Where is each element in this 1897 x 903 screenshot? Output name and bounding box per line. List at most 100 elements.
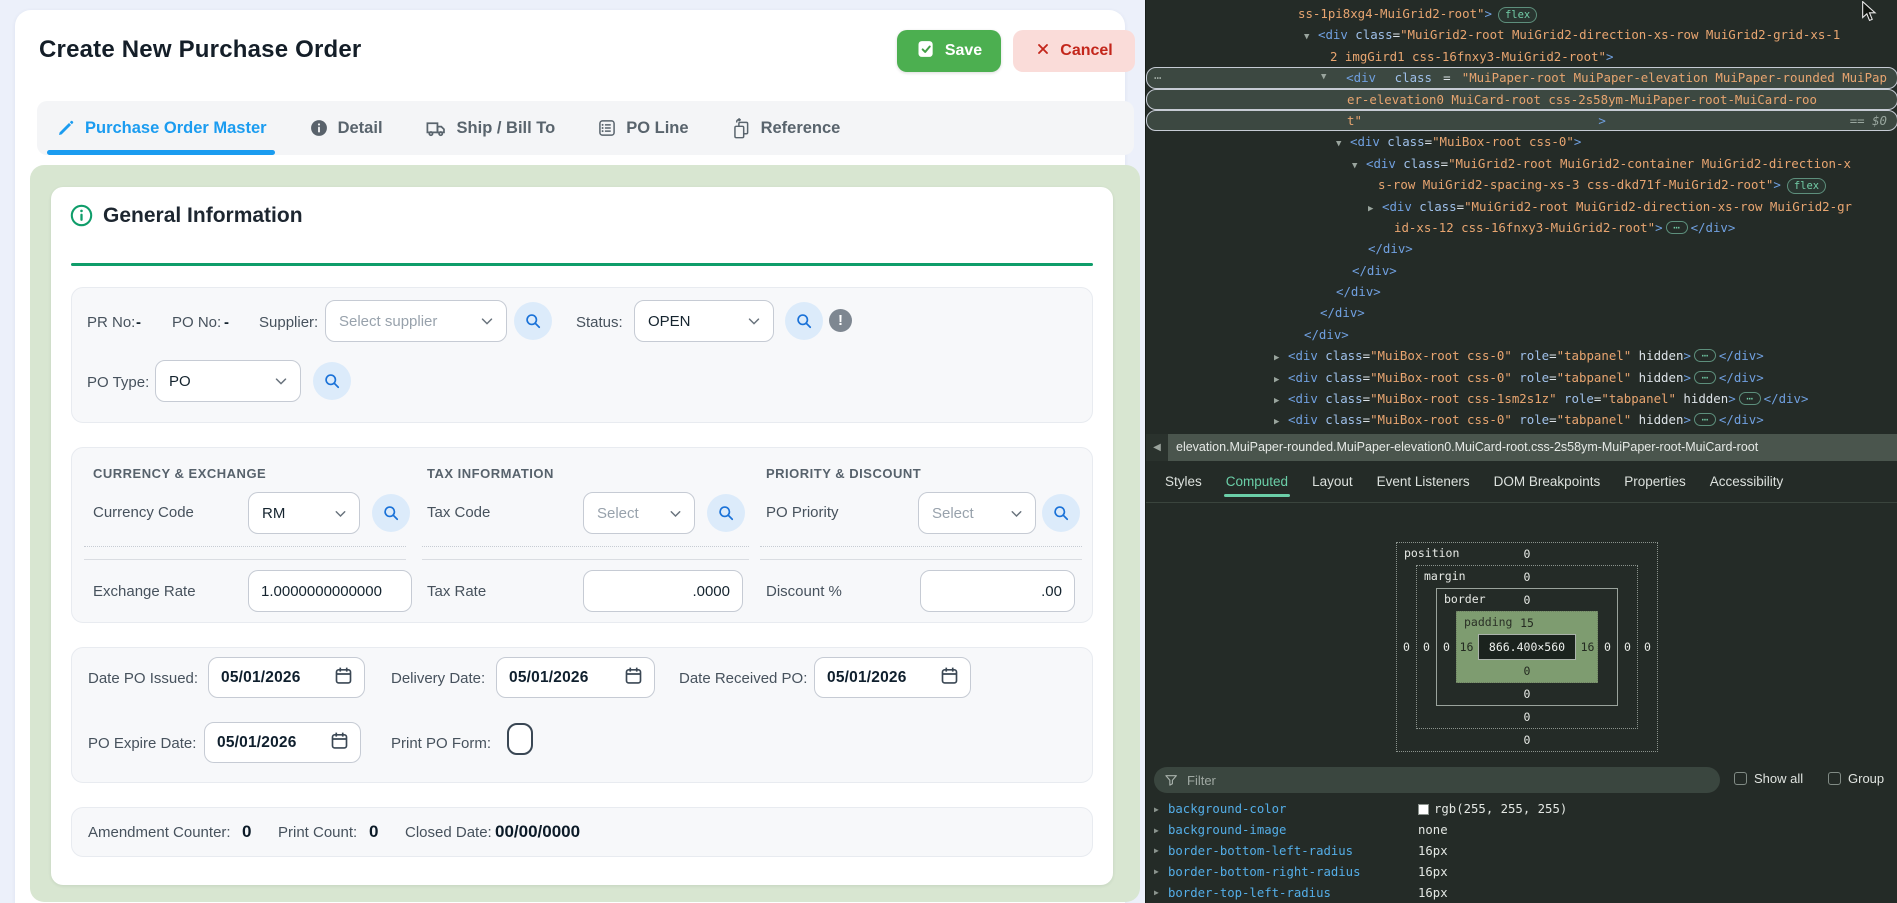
supplier-select[interactable]: Select supplier (325, 300, 507, 342)
devtools-tree-node[interactable]: ▶<div class="MuiGrid2-root MuiGrid2-dire… (1146, 196, 1897, 217)
cancel-x-icon (1035, 41, 1051, 62)
devtools-tree-node[interactable]: </div> (1146, 238, 1897, 259)
po-priority-label: PO Priority (766, 504, 839, 521)
delivery-date-input[interactable]: 05/01/2026 (496, 657, 655, 698)
tab-detail[interactable]: Detail (301, 101, 391, 155)
calendar-icon[interactable] (329, 730, 350, 756)
devtools-tree-node[interactable]: </div> (1146, 281, 1897, 302)
expand-node-icon[interactable]: ⋯ (1694, 371, 1716, 384)
devtools-selected-node[interactable]: t"> == $0 (1146, 110, 1897, 131)
tree-text: = (1443, 67, 1450, 88)
tax-code-select[interactable]: Select (583, 492, 695, 534)
supplier-search-button[interactable] (514, 302, 552, 340)
filter-input[interactable]: Filter (1154, 767, 1720, 793)
devtools-tree-node[interactable]: s-row MuiGrid2-spacing-xs-3 css-dkd71f-M… (1146, 174, 1897, 195)
devtools-tab-layout[interactable]: Layout (1301, 462, 1364, 502)
node-more-actions-icon[interactable]: ⋯ (1154, 67, 1162, 88)
exchange-rate-input[interactable]: 1.0000000000000 (248, 570, 412, 612)
checkbox-icon[interactable] (1734, 772, 1747, 785)
status-select[interactable]: OPEN (634, 300, 774, 342)
flex-badge[interactable]: flex (1787, 178, 1826, 194)
devtools-tree-node[interactable]: </div> (1146, 324, 1897, 345)
tree-text: <div (1382, 199, 1412, 214)
tree-text: </div> (1336, 284, 1381, 299)
calendar-icon[interactable] (623, 665, 644, 691)
print-po-form-checkbox[interactable] (507, 723, 533, 755)
breadcrumb-back-icon[interactable]: ◀ (1146, 434, 1168, 461)
print-po-form-label: Print PO Form: (391, 735, 491, 752)
closed-date-label: Closed Date: (405, 824, 492, 841)
breadcrumb[interactable]: elevation.MuiPaper-rounded.MuiPaper-elev… (1168, 434, 1897, 461)
computed-property-row[interactable]: ▶border-bottom-left-radius16px (1146, 841, 1897, 862)
po-type-search-button[interactable] (313, 362, 351, 400)
status-search-button[interactable] (785, 302, 823, 340)
expand-arrow-icon[interactable]: ▶ (1154, 805, 1168, 814)
currency-search-button[interactable] (372, 494, 410, 532)
computed-property-row[interactable]: ▶border-bottom-right-radius16px (1146, 861, 1897, 882)
devtools-tree-node[interactable]: ▶<div class="MuiBox-root css-0" role="ta… (1146, 367, 1897, 388)
devtools-tab-styles[interactable]: Styles (1154, 462, 1213, 502)
position-right-value: 0 (1638, 565, 1657, 729)
computed-property-row[interactable]: ▶border-top-left-radius16px (1146, 882, 1897, 903)
devtools-tree-node[interactable]: id-xs-12 css-16fnxy3-MuiGrid2-root">⋯</d… (1146, 217, 1897, 238)
devtools-tree-node[interactable]: ▼<div class="MuiGrid2-root MuiGrid2-dire… (1146, 24, 1897, 45)
save-button[interactable]: Save (897, 30, 1001, 72)
expand-arrow-icon[interactable]: ▶ (1154, 846, 1168, 855)
date-po-issued-input[interactable]: 05/01/2026 (208, 657, 365, 698)
devtools-tab-properties[interactable]: Properties (1613, 462, 1697, 502)
devtools-tree-node[interactable]: ▶<div class="MuiBox-root css-0" role="ta… (1146, 345, 1897, 366)
color-swatch[interactable] (1418, 804, 1429, 815)
property-value-text: rgb(255, 255, 255) (1434, 802, 1567, 816)
devtools-tree-node[interactable]: </div> (1146, 302, 1897, 323)
expand-node-icon[interactable]: ⋯ (1694, 413, 1716, 426)
date-received-input[interactable]: 05/01/2026 (814, 657, 971, 698)
property-name: background-image (1168, 823, 1418, 837)
expand-node-icon[interactable]: ⋯ (1666, 221, 1688, 234)
expand-node-icon[interactable]: ⋯ (1739, 392, 1761, 405)
po-priority-select[interactable]: Select (918, 492, 1036, 534)
calendar-icon[interactable] (333, 665, 354, 691)
devtools-tree-node[interactable]: 2 imgGird1 css-16fnxy3-MuiGrid2-root"> (1146, 46, 1897, 67)
devtools-tab-event-listeners[interactable]: Event Listeners (1366, 462, 1481, 502)
devtools-tab-dom-breakpoints[interactable]: DOM Breakpoints (1483, 462, 1612, 502)
devtools-tab-accessibility[interactable]: Accessibility (1699, 462, 1795, 502)
po-priority-search-button[interactable] (1042, 494, 1080, 532)
devtools-tab-computed[interactable]: Computed (1215, 462, 1299, 502)
show-all-checkbox[interactable]: Show all (1734, 771, 1803, 786)
checkbox-icon[interactable] (1828, 772, 1841, 785)
cancel-button[interactable]: Cancel (1013, 30, 1135, 72)
expand-arrow-icon[interactable]: ▶ (1154, 867, 1168, 876)
computed-property-row[interactable]: ▶background-colorrgb(255, 255, 255) (1146, 799, 1897, 820)
devtools-tree-node[interactable]: ss-1pi8xg4-MuiGrid2-root">flex (1146, 3, 1897, 24)
devtools-tree-node[interactable]: ▶<div class="MuiBox-root css-0" role="ta… (1146, 409, 1897, 430)
tab-po-line[interactable]: PO Line (589, 101, 696, 155)
tab-ship-bill-to[interactable]: Ship / Bill To (417, 101, 564, 155)
discount-input[interactable]: .00 (920, 570, 1075, 612)
devtools-selected-node[interactable]: er-elevation0 MuiCard-root css-2s58ym-Mu… (1146, 89, 1897, 110)
group-checkbox[interactable]: Group (1828, 771, 1884, 786)
tree-text: > (1683, 412, 1690, 427)
po-type-select[interactable]: PO (155, 360, 301, 402)
pr-no-value: - (136, 314, 141, 331)
tab-purchase-order-master[interactable]: Purchase Order Master (47, 101, 275, 155)
flex-badge[interactable]: flex (1498, 7, 1537, 23)
devtools-tree-node[interactable]: </div> (1146, 260, 1897, 281)
tree-text: class (1396, 156, 1441, 171)
po-expire-input[interactable]: 05/01/2026 (204, 722, 361, 763)
tax-rate-input[interactable]: .0000 (583, 570, 743, 612)
tree-text: <div (1288, 348, 1318, 363)
calendar-icon[interactable] (939, 665, 960, 691)
expand-arrow-icon[interactable]: ▶ (1154, 826, 1168, 835)
tree-text: role (1512, 370, 1549, 385)
devtools-selected-node[interactable]: ⋯▼<div class="MuiPaper-root MuiPaper-ele… (1146, 67, 1897, 88)
tax-code-search-button[interactable] (707, 494, 745, 532)
devtools-tree-node[interactable]: ▼<div class="MuiGrid2-root MuiGrid2-cont… (1146, 153, 1897, 174)
expand-arrow-icon[interactable]: ▶ (1154, 888, 1168, 897)
devtools-tree-node[interactable]: ▶<div class="MuiBox-root css-1sm2s1z" ro… (1146, 388, 1897, 409)
expand-node-icon[interactable]: ⋯ (1694, 349, 1716, 362)
computed-property-row[interactable]: ▶background-imagenone (1146, 820, 1897, 841)
tab-reference[interactable]: Reference (723, 101, 849, 155)
devtools-tree-node[interactable]: ▼<div class="MuiBox-root css-0"> (1146, 131, 1897, 152)
tree-text: <div (1318, 27, 1348, 42)
currency-code-select[interactable]: RM (248, 492, 360, 534)
